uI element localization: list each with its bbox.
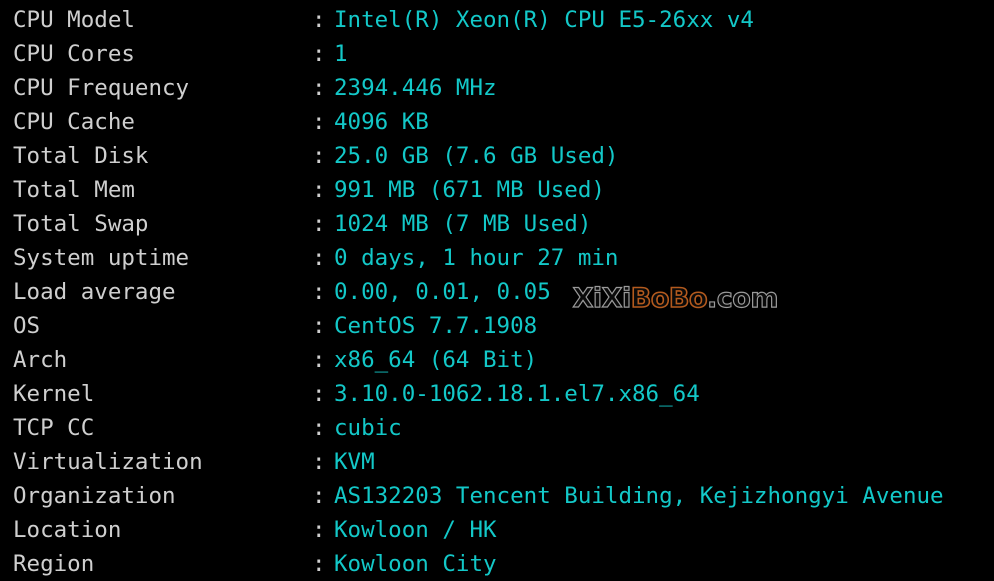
- info-row-value: x86_64 (64 Bit): [334, 347, 538, 373]
- info-row: CPU Model: Intel(R) Xeon(R) CPU E5-26xx v…: [0, 3, 994, 37]
- info-row: Virtualization: KVM: [0, 445, 994, 479]
- info-row-separator: :: [312, 449, 326, 475]
- info-row-label: Arch: [13, 347, 68, 373]
- info-row-label: Total Disk: [13, 143, 149, 169]
- info-row-separator: :: [312, 143, 326, 169]
- info-row: CPU Cores:1: [0, 37, 994, 71]
- info-row-value: 991 MB (671 MB Used): [334, 177, 605, 203]
- info-row: Organization: AS132203 Tencent Building, …: [0, 479, 994, 513]
- info-row-label: CPU Model: [13, 7, 135, 33]
- info-row-value: 0.00, 0.01, 0.05: [334, 279, 551, 305]
- info-row-separator: :: [312, 211, 326, 237]
- system-info-list: CPU Model: Intel(R) Xeon(R) CPU E5-26xx v…: [0, 0, 994, 581]
- info-row: Total Mem:991 MB (671 MB Used): [0, 173, 994, 207]
- info-row-separator: :: [312, 313, 326, 339]
- info-row-value: KVM: [334, 449, 375, 475]
- info-row-label: Location: [13, 517, 122, 543]
- info-row-separator: :: [312, 483, 326, 509]
- info-row-label: Organization: [13, 483, 176, 509]
- info-row: OS: CentOS 7.7.1908: [0, 309, 994, 343]
- info-row: CPU Cache:4096 KB: [0, 105, 994, 139]
- info-row-label: Kernel: [13, 381, 95, 407]
- info-row: System uptime:0 days, 1 hour 27 min: [0, 241, 994, 275]
- info-row-label: OS: [13, 313, 41, 339]
- info-row-label: TCP CC: [13, 415, 95, 441]
- info-row: Load average:0.00, 0.01, 0.05: [0, 275, 994, 309]
- info-row-value: AS132203 Tencent Building, Kejizhongyi A…: [334, 483, 944, 509]
- info-row-value: Intel(R) Xeon(R) CPU E5-26xx v4: [334, 7, 754, 33]
- info-row-label: Region: [13, 551, 95, 577]
- info-row-label: CPU Cores: [13, 41, 135, 67]
- terminal-window: CPU Model: Intel(R) Xeon(R) CPU E5-26xx v…: [0, 0, 994, 580]
- info-row-label: Virtualization: [13, 449, 203, 475]
- info-row-value: 25.0 GB (7.6 GB Used): [334, 143, 619, 169]
- info-row-separator: :: [312, 245, 326, 271]
- info-row: Location: Kowloon / HK: [0, 513, 994, 547]
- info-row-separator: :: [312, 347, 326, 373]
- info-row-label: Total Mem: [13, 177, 135, 203]
- info-row: Total Swap:1024 MB (7 MB Used): [0, 207, 994, 241]
- info-row-label: Load average: [13, 279, 176, 305]
- info-row-value: CentOS 7.7.1908: [334, 313, 538, 339]
- info-row-value: Kowloon / HK: [334, 517, 497, 543]
- info-row-separator: :: [312, 551, 326, 577]
- info-row-value: Kowloon City: [334, 551, 497, 577]
- info-row: Kernel:3.10.0-1062.18.1.el7.x86_64: [0, 377, 994, 411]
- info-row-value: 1: [334, 41, 348, 67]
- info-row-separator: :: [312, 177, 326, 203]
- info-row-label: System uptime: [13, 245, 190, 271]
- info-row-separator: :: [312, 75, 326, 101]
- info-row: TCP CC: cubic: [0, 411, 994, 445]
- info-row-label: CPU Cache: [13, 109, 135, 135]
- info-row: Total Disk:25.0 GB (7.6 GB Used): [0, 139, 994, 173]
- info-row-separator: :: [312, 109, 326, 135]
- info-row-value: cubic: [334, 415, 402, 441]
- info-row-value: 0 days, 1 hour 27 min: [334, 245, 619, 271]
- info-row-separator: :: [312, 415, 326, 441]
- info-row-separator: :: [312, 381, 326, 407]
- info-row-value: 3.10.0-1062.18.1.el7.x86_64: [334, 381, 700, 407]
- info-row-separator: :: [312, 41, 326, 67]
- info-row: CPU Frequency:2394.446 MHz: [0, 71, 994, 105]
- info-row-separator: :: [312, 517, 326, 543]
- info-row: Region: Kowloon City: [0, 547, 994, 581]
- info-row-value: 1024 MB (7 MB Used): [334, 211, 592, 237]
- info-row-label: CPU Frequency: [13, 75, 190, 101]
- info-row-value: 2394.446 MHz: [334, 75, 497, 101]
- info-row-label: Total Swap: [13, 211, 149, 237]
- info-row-value: 4096 KB: [334, 109, 429, 135]
- info-row: Arch: x86_64 (64 Bit): [0, 343, 994, 377]
- info-row-separator: :: [312, 7, 326, 33]
- info-row-separator: :: [312, 279, 326, 305]
